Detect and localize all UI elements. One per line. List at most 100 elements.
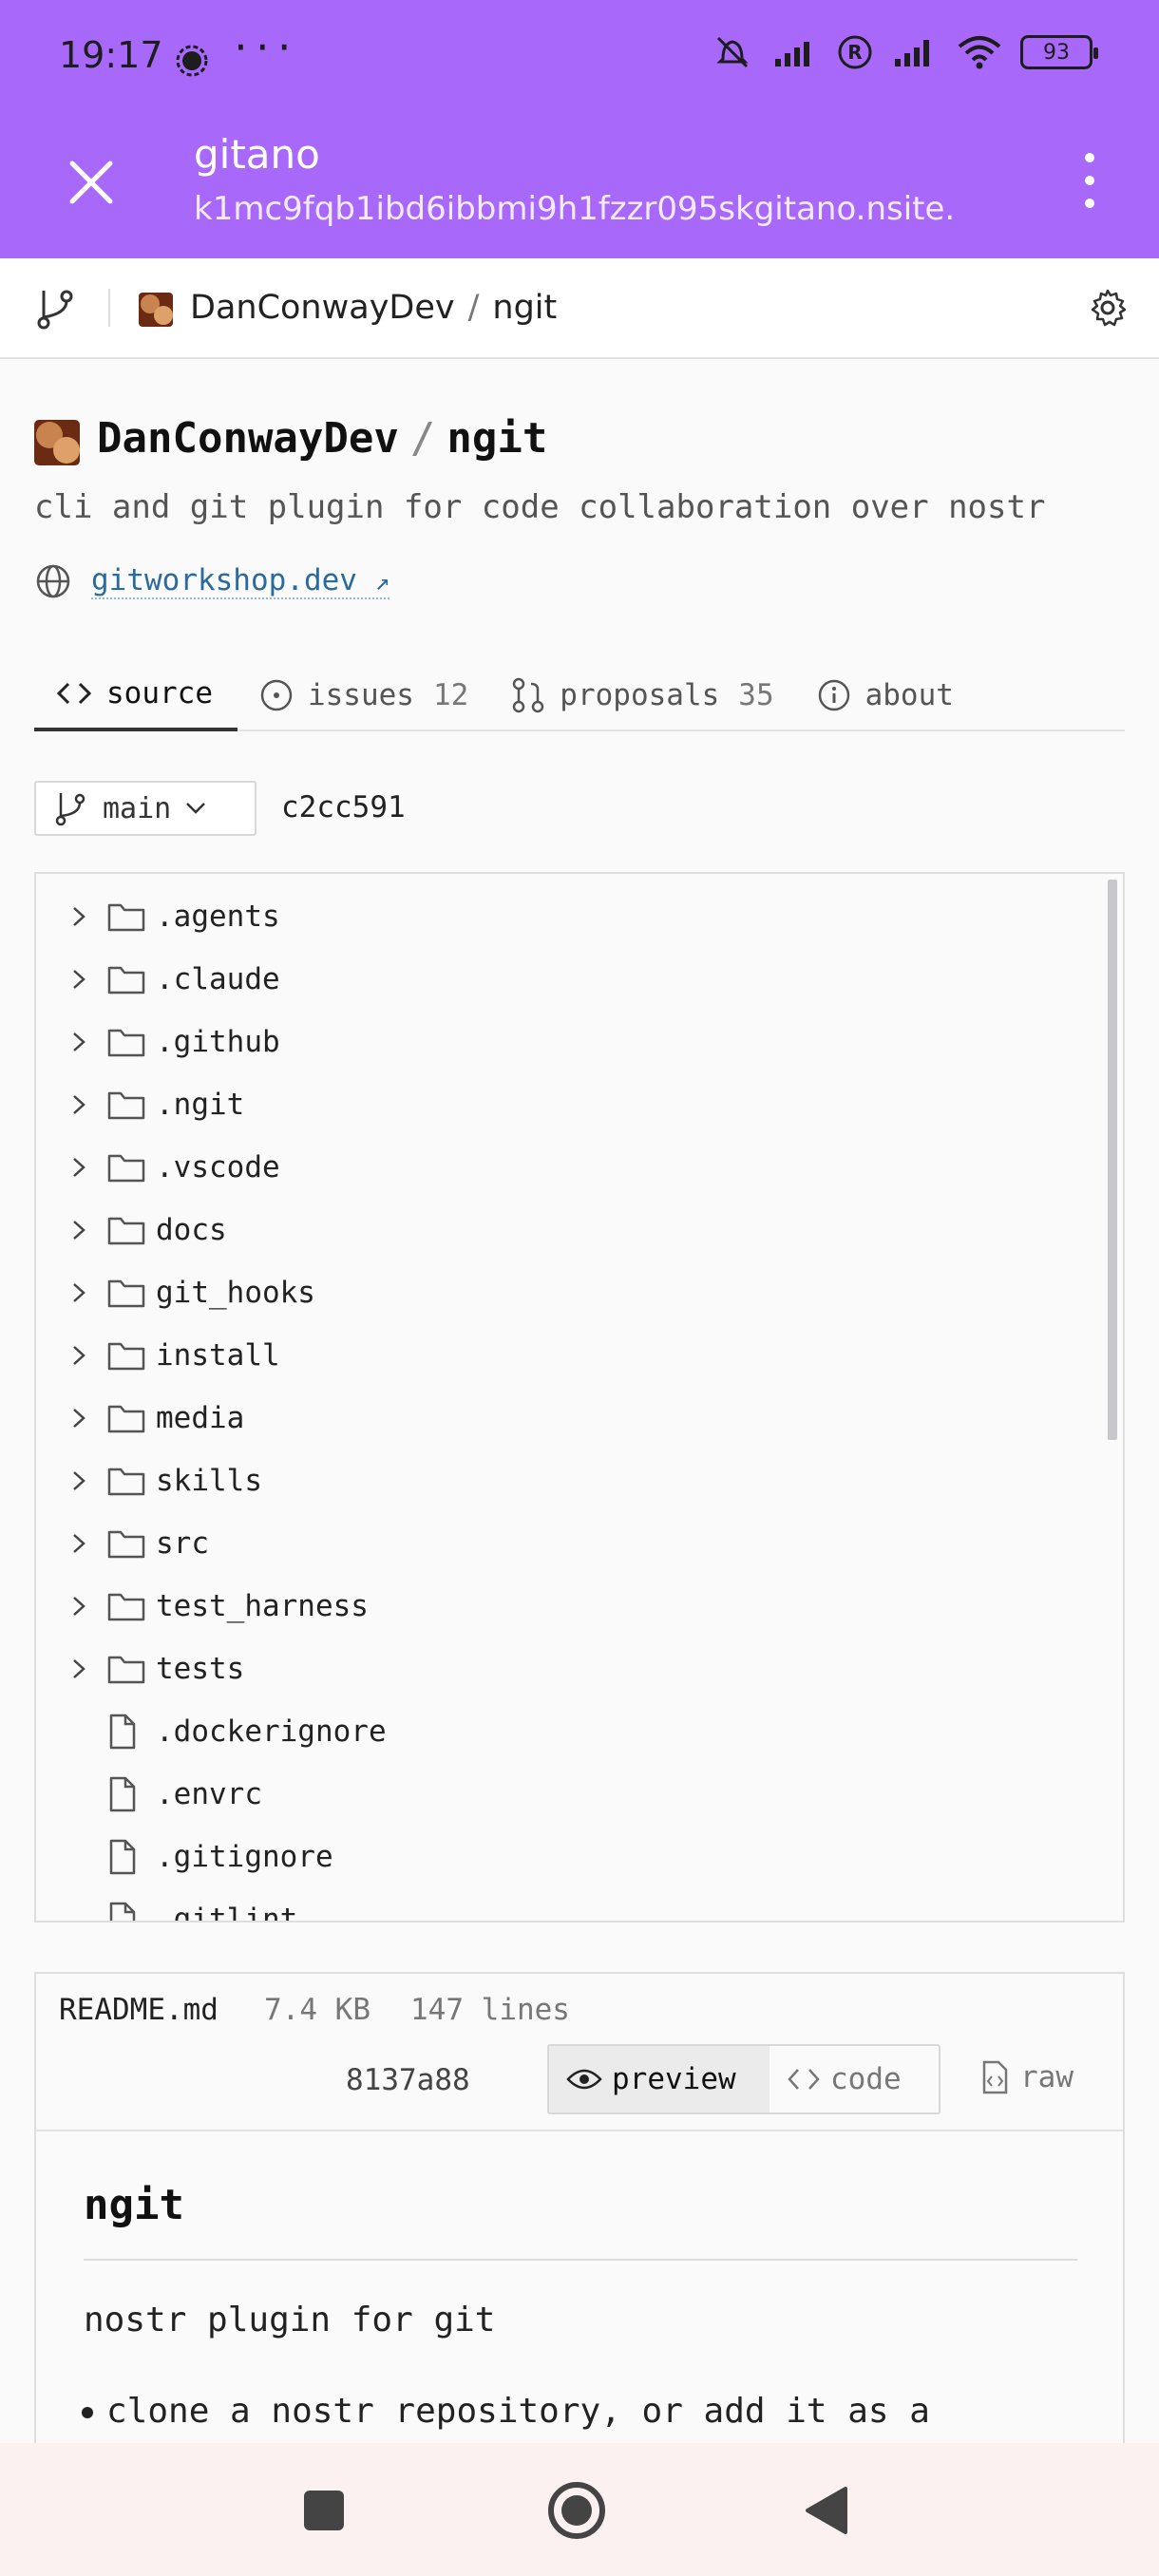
home-icon[interactable] <box>547 2481 606 2540</box>
tree-folder-row[interactable]: .claude <box>36 948 280 1011</box>
tree-folder-row[interactable]: media <box>36 1387 244 1449</box>
readme-heading: ngit <box>84 2181 184 2229</box>
tree-item-name: git_hooks <box>156 1276 315 1310</box>
branch-selector[interactable]: main <box>34 781 256 836</box>
repo-owner[interactable]: DanConwayDev <box>97 414 399 463</box>
tree-folder-row[interactable]: .ngit <box>36 1073 244 1136</box>
folder-icon <box>106 1590 146 1622</box>
repo-name[interactable]: ngit <box>446 414 547 463</box>
close-icon[interactable] <box>57 148 125 217</box>
tree-item-name: skills <box>156 1464 262 1498</box>
owner-avatar-small <box>139 293 173 327</box>
wifi-icon <box>958 36 1001 69</box>
git-branch-icon[interactable] <box>34 285 78 332</box>
file-icon <box>106 1713 146 1751</box>
chevron-right-icon[interactable] <box>70 1280 95 1305</box>
tree-folder-row[interactable]: docs <box>36 1199 227 1261</box>
tab-issues[interactable]: issues 12 <box>238 659 489 731</box>
tree-item-name: .gitignore <box>156 1840 333 1874</box>
chevron-right-icon[interactable] <box>70 1218 95 1242</box>
tree-folder-row[interactable]: skills <box>36 1449 262 1512</box>
repo-navbar: DanConwayDev / ngit <box>0 258 1159 359</box>
tree-item-name: .agents <box>156 900 280 934</box>
tree-folder-row[interactable]: .vscode <box>36 1136 280 1199</box>
file-icon <box>106 1901 146 1921</box>
tab-proposals[interactable]: proposals 35 <box>489 659 794 731</box>
tree-item-name: tests <box>156 1652 245 1686</box>
signal-app-icon <box>176 45 208 77</box>
tree-file-row[interactable]: .gitignore <box>36 1826 333 1888</box>
tree-item-name: .vscode <box>156 1150 280 1184</box>
svg-text:R: R <box>847 41 862 64</box>
file-icon <box>106 1838 146 1876</box>
tree-folder-row[interactable]: git_hooks <box>36 1261 315 1324</box>
tree-folder-row[interactable]: test_harness <box>36 1575 369 1638</box>
readme-size: 7.4 KB <box>264 1993 370 2027</box>
browser-header: 19:17 ··· R 93 gitano k1mc9fqb1ibd6ibbmi… <box>0 0 1159 258</box>
raw-button[interactable]: raw <box>978 2059 1074 2095</box>
chevron-right-icon[interactable] <box>70 1531 95 1556</box>
chevron-right-icon[interactable] <box>70 1657 95 1681</box>
website-link[interactable]: gitworkshop.dev ↗ <box>91 563 390 599</box>
readme-heading-rule <box>84 2259 1077 2261</box>
preview-button[interactable]: preview <box>549 2046 770 2112</box>
chevron-right-icon[interactable] <box>70 1343 95 1368</box>
tree-item-name: install <box>156 1338 280 1373</box>
breadcrumb-repo[interactable]: ngit <box>492 289 557 327</box>
chevron-right-icon[interactable] <box>70 1594 95 1619</box>
tree-folder-row[interactable]: src <box>36 1512 209 1575</box>
more-options-icon[interactable] <box>1066 142 1113 218</box>
tab-about[interactable]: about <box>795 659 975 731</box>
tree-item-name: .gitlint <box>156 1903 298 1923</box>
back-icon[interactable] <box>804 2485 849 2536</box>
breadcrumb-owner[interactable]: DanConwayDev <box>190 289 455 327</box>
commit-hash[interactable]: c2cc591 <box>281 790 406 824</box>
chevron-right-icon[interactable] <box>70 1030 95 1054</box>
tab-source[interactable]: source <box>34 659 238 731</box>
eye-icon <box>566 2069 602 2090</box>
mute-icon <box>716 36 749 68</box>
tree-item-name: .dockerignore <box>156 1714 387 1749</box>
folder-icon <box>106 1653 146 1685</box>
chevron-down-icon <box>186 803 206 814</box>
settings-gear-icon[interactable] <box>1087 287 1129 329</box>
pull-request-icon <box>513 677 544 713</box>
more-notifications-icon: ··· <box>230 27 295 68</box>
repo-title: DanConwayDev / ngit <box>97 414 547 463</box>
git-branch-icon <box>55 793 86 826</box>
readme-divider <box>36 2130 1123 2131</box>
issue-icon <box>260 679 293 711</box>
branch-name: main <box>103 791 172 825</box>
code-icon <box>788 2069 820 2090</box>
browser-url[interactable]: k1mc9fqb1ibd6ibbmi9h1fzzr095skgitano.nsi… <box>194 190 954 228</box>
folder-icon <box>106 1089 146 1121</box>
repo-description: cli and git plugin for code collaboratio… <box>34 488 1046 526</box>
tree-folder-row[interactable]: tests <box>36 1638 244 1700</box>
tree-file-row[interactable]: .envrc <box>36 1763 262 1826</box>
tree-file-row[interactable]: .gitlint <box>36 1888 298 1923</box>
folder-icon <box>106 1527 146 1560</box>
title-separator: / <box>409 414 436 463</box>
tree-file-row[interactable]: .dockerignore <box>36 1700 387 1763</box>
tree-folder-row[interactable]: .github <box>36 1011 280 1073</box>
folder-icon <box>106 1402 146 1434</box>
chevron-right-icon[interactable] <box>70 967 95 992</box>
chevron-right-icon[interactable] <box>70 1406 95 1430</box>
chevron-right-icon[interactable] <box>70 1155 95 1180</box>
code-view-button[interactable]: code <box>770 2046 919 2112</box>
recent-apps-icon[interactable] <box>302 2489 346 2532</box>
status-time: 19:17 <box>59 34 163 76</box>
folder-icon <box>106 1151 146 1184</box>
file-tree-scrollbar[interactable] <box>1108 880 1117 1440</box>
chevron-right-icon[interactable] <box>70 1468 95 1493</box>
tree-item-name: test_harness <box>156 1589 369 1623</box>
folder-icon <box>106 1339 146 1372</box>
tree-folder-row[interactable]: install <box>36 1324 280 1387</box>
readme-filename: README.md <box>59 1993 218 2027</box>
tree-item-name: media <box>156 1401 245 1435</box>
readme-list-item: clone a nostr repository, or add it as a <box>82 2392 930 2431</box>
tree-folder-row[interactable]: .agents <box>36 885 280 948</box>
chevron-right-icon[interactable] <box>70 1092 95 1117</box>
readme-commit-hash[interactable]: 8137a88 <box>346 2063 470 2097</box>
chevron-right-icon[interactable] <box>70 904 95 929</box>
